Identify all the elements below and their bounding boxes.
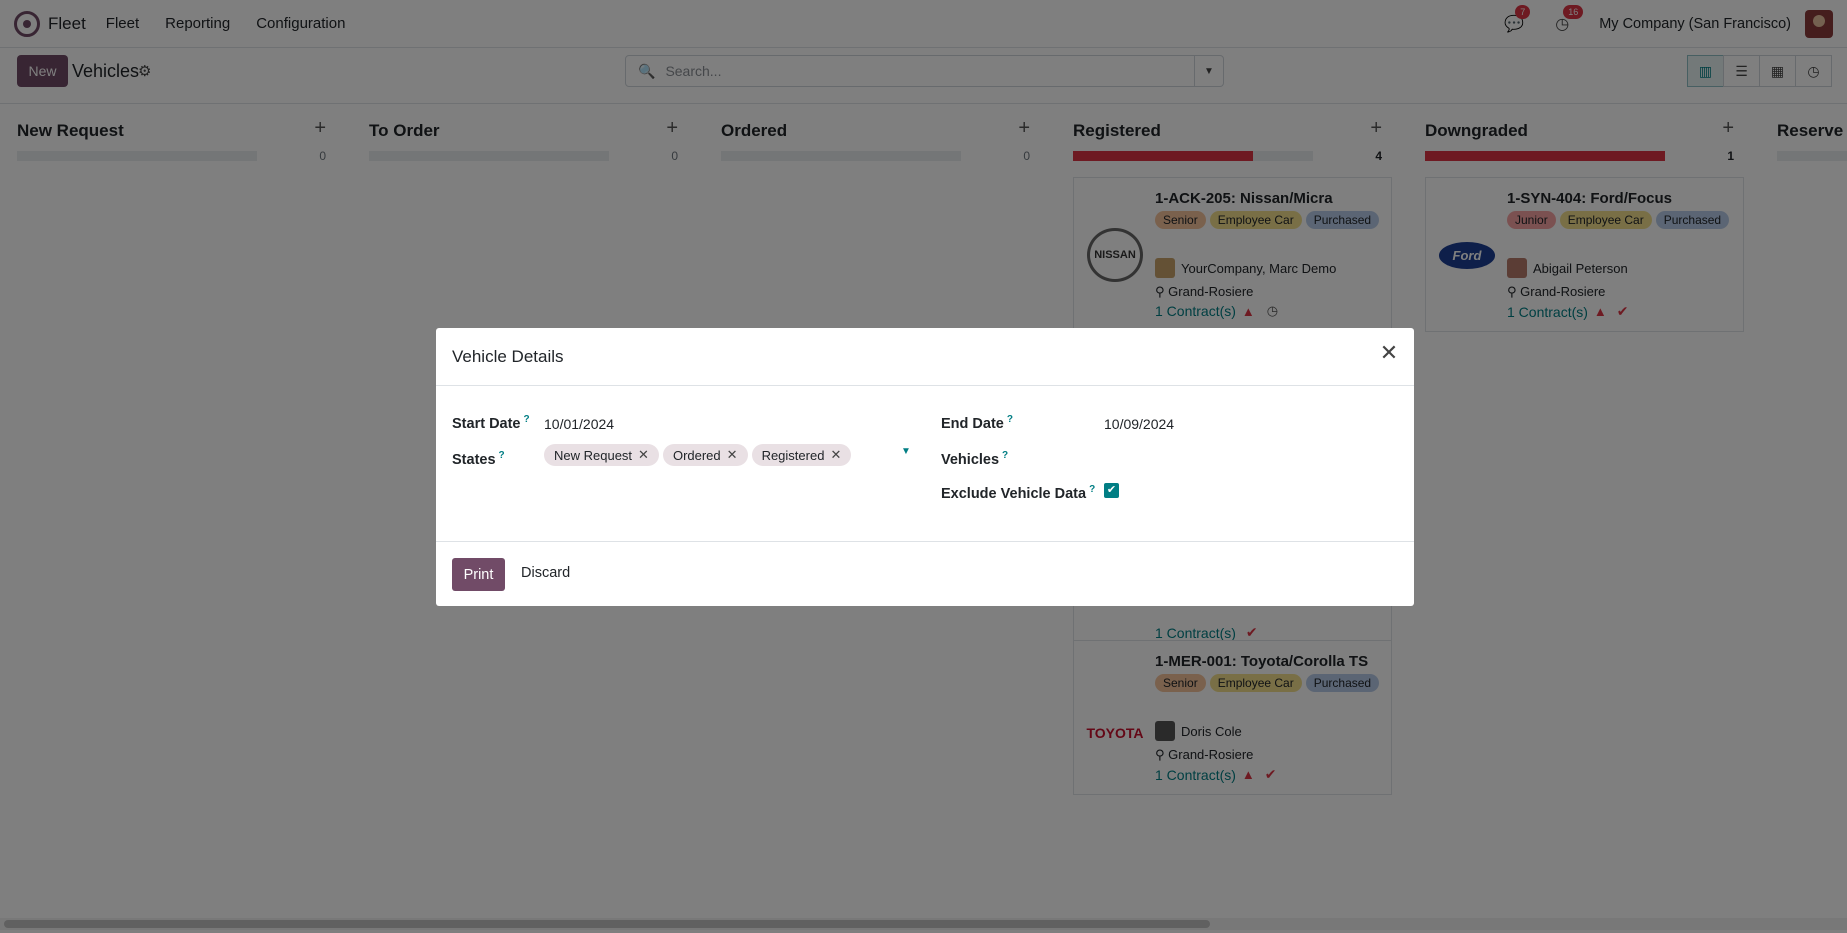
end-date-field[interactable]: 10/09/2024 <box>1104 416 1174 432</box>
state-chip: Ordered ✕ <box>662 444 748 466</box>
states-label: States? <box>452 450 505 468</box>
help-icon[interactable]: ? <box>1089 484 1095 495</box>
vehicles-label: Vehicles? <box>941 450 1008 468</box>
print-button[interactable]: Print <box>452 558 505 591</box>
dialog-footer: Print Discard <box>436 541 1414 606</box>
state-chip: Registered ✕ <box>751 444 852 466</box>
check-icon: ✔ <box>1106 484 1117 496</box>
exclude-vehicle-data-checkbox[interactable]: ✔ <box>1104 483 1119 498</box>
label-text: States <box>452 451 496 468</box>
states-field[interactable]: New Request ✕ Ordered ✕ Registered ✕ <box>544 444 914 468</box>
help-icon[interactable]: ? <box>1002 450 1008 461</box>
close-icon[interactable]: ✕ <box>1378 342 1400 364</box>
help-icon[interactable]: ? <box>499 450 505 461</box>
state-chip: New Request ✕ <box>544 444 659 466</box>
chip-label: New Request <box>554 447 633 463</box>
exclude-vehicle-data-label: Exclude Vehicle Data? <box>941 484 1095 502</box>
dropdown-caret-icon[interactable]: ▼ <box>901 446 911 457</box>
help-icon[interactable]: ? <box>1007 414 1013 425</box>
label-text: End Date <box>941 415 1004 432</box>
start-date-field[interactable]: 10/01/2024 <box>544 416 614 432</box>
dialog-body: Start Date? 10/01/2024 States? New Reque… <box>436 386 1414 541</box>
chip-label: Ordered <box>672 447 721 463</box>
vehicle-details-dialog: Vehicle Details ✕ Start Date? 10/01/2024… <box>436 328 1414 606</box>
end-date-label: End Date? <box>941 414 1013 432</box>
start-date-label: Start Date? <box>452 414 530 432</box>
label-text: Start Date <box>452 415 521 432</box>
remove-icon[interactable]: ✕ <box>830 447 841 463</box>
help-icon[interactable]: ? <box>524 414 530 425</box>
dialog-header: Vehicle Details ✕ <box>436 328 1414 386</box>
remove-icon[interactable]: ✕ <box>727 447 738 463</box>
discard-button[interactable]: Discard <box>521 565 570 581</box>
chip-label: Registered <box>761 447 825 463</box>
label-text: Vehicles <box>941 451 1000 468</box>
dialog-title: Vehicle Details <box>452 347 564 366</box>
remove-icon[interactable]: ✕ <box>638 447 649 463</box>
label-text: Exclude Vehicle Data <box>941 485 1087 502</box>
